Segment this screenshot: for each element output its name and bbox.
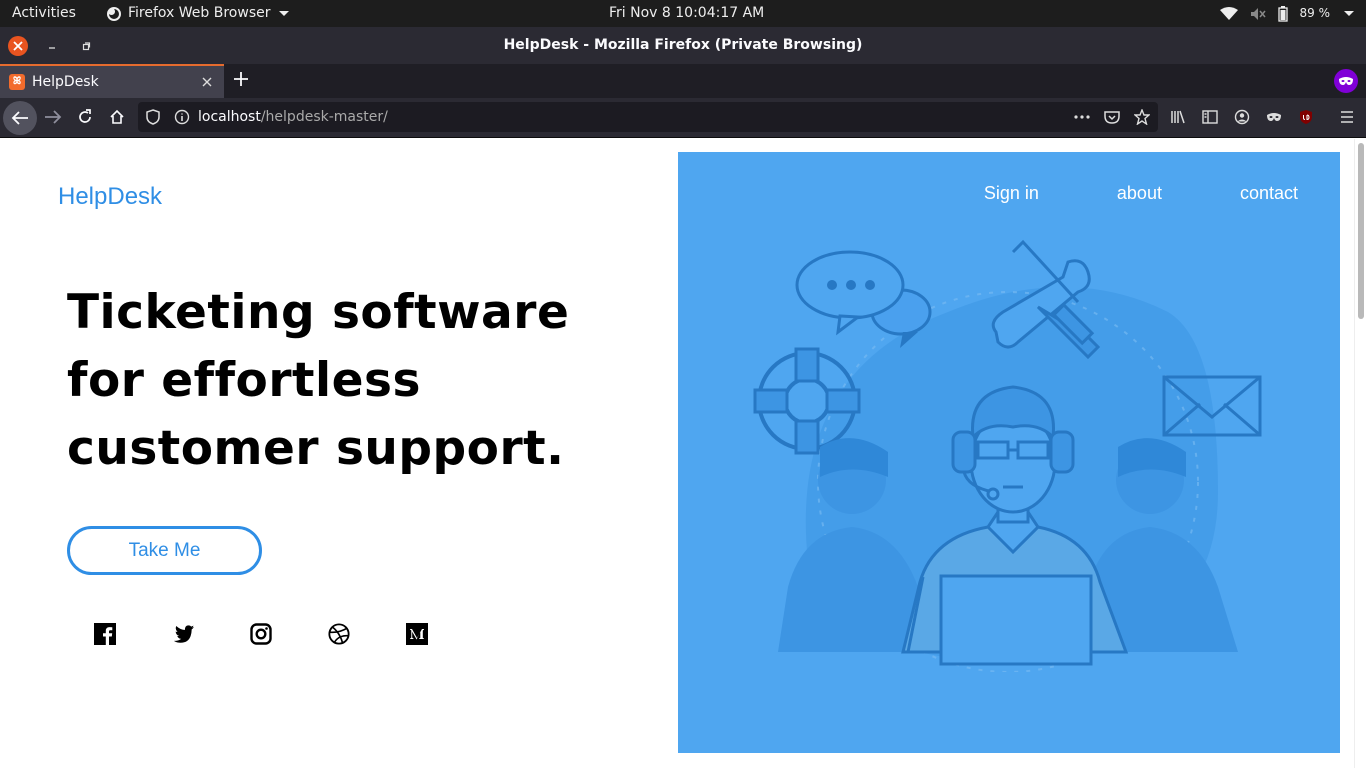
tracking-shield-icon[interactable] (146, 109, 160, 125)
hamburger-menu-button[interactable] (1332, 102, 1362, 132)
battery-icon (1277, 5, 1288, 22)
system-tray[interactable]: 89 % (1219, 0, 1354, 27)
private-mask-button[interactable] (1259, 102, 1289, 132)
private-browsing-icon (1334, 69, 1358, 93)
sidebar-button[interactable] (1195, 102, 1225, 132)
reload-icon (79, 109, 91, 123)
reload-button[interactable] (70, 102, 100, 132)
url-path: /helpdesk-master/ (260, 109, 388, 125)
arrow-right-icon (45, 110, 62, 124)
dribbble-icon[interactable] (328, 623, 350, 645)
tab-helpdesk[interactable]: ꕤ HelpDesk (0, 64, 224, 98)
navigation-toolbar: localhost/helpdesk-master/ (0, 98, 1366, 138)
chevron-down-icon (278, 11, 289, 16)
brand-logo[interactable]: HelpDesk (58, 183, 162, 211)
home-icon (110, 109, 124, 124)
page-viewport: HelpDesk Ticketing software for effortle… (0, 139, 1366, 768)
support-agent-illustration (753, 239, 1262, 672)
app-menu-label: Firefox Web Browser (128, 5, 271, 21)
social-links (94, 623, 428, 645)
home-button[interactable] (102, 102, 132, 132)
bookmark-star-icon[interactable] (1134, 109, 1150, 125)
hero-title: Ticketing software for effortless custom… (67, 285, 570, 476)
chat-bubbles-icon (795, 250, 932, 348)
hero-illustration-panel: Sign in about contact (678, 152, 1340, 753)
clock[interactable]: Fri Nov 8 10:04:17 AM (609, 0, 764, 27)
ublock-button[interactable] (1291, 102, 1321, 132)
back-button[interactable] (3, 101, 37, 135)
arrow-left-icon (11, 111, 28, 125)
library-button[interactable] (1163, 102, 1193, 132)
library-icon (1171, 110, 1185, 124)
firefox-icon (107, 6, 121, 21)
account-icon (1234, 109, 1250, 125)
sidebar-icon (1202, 110, 1218, 124)
tab-title: HelpDesk (32, 74, 99, 90)
page-actions-icon[interactable] (1074, 115, 1090, 119)
xampp-icon: ꕤ (9, 74, 25, 90)
account-button[interactable] (1227, 102, 1257, 132)
take-me-button[interactable]: Take Me (67, 526, 262, 575)
instagram-icon[interactable] (250, 623, 272, 645)
info-icon[interactable] (174, 109, 190, 125)
main-nav: Sign in about contact (984, 183, 1298, 204)
mask-icon (1267, 113, 1281, 121)
url-host: localhost (198, 109, 261, 125)
activities-button[interactable]: Activities (12, 0, 76, 27)
url-bar[interactable]: localhost/helpdesk-master/ (138, 102, 1158, 132)
pocket-icon[interactable] (1104, 110, 1120, 124)
nav-sign-in[interactable]: Sign in (984, 183, 1039, 204)
window-title: HelpDesk - Mozilla Firefox (Private Brow… (503, 37, 863, 53)
volume-muted-icon (1250, 7, 1266, 20)
nav-contact[interactable]: contact (1240, 183, 1298, 204)
twitter-icon[interactable] (172, 623, 194, 645)
tab-strip: ꕤ HelpDesk (0, 64, 1366, 98)
chevron-down-icon (1344, 11, 1354, 16)
medium-icon[interactable] (406, 623, 428, 645)
nav-about[interactable]: about (1117, 183, 1162, 204)
forward-button[interactable] (38, 102, 68, 132)
menu-icon (1341, 111, 1353, 123)
plus-icon (234, 72, 248, 86)
scrollbar-thumb[interactable] (1358, 143, 1364, 319)
facebook-icon[interactable] (94, 623, 116, 645)
page-scrollbar[interactable] (1354, 139, 1366, 768)
battery-percentage: 89 % (1299, 6, 1331, 20)
ublock-origin-icon (1300, 110, 1312, 124)
new-tab-button[interactable] (230, 68, 252, 94)
app-menu[interactable]: Firefox Web Browser (106, 0, 289, 27)
window-title-bar: HelpDesk - Mozilla Firefox (Private Brow… (0, 27, 1366, 64)
system-top-bar: Activities Firefox Web Browser Fri Nov 8… (0, 0, 1366, 27)
close-tab-icon[interactable] (202, 77, 212, 87)
wifi-icon (1219, 6, 1238, 20)
